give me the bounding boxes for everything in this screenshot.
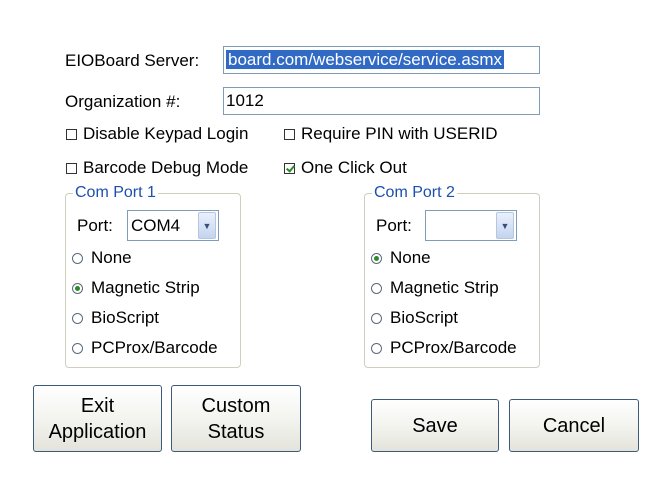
organization-input[interactable]: 1012 — [223, 87, 540, 115]
radio-label: Magnetic Strip — [390, 278, 499, 297]
cancel-button[interactable]: Cancel — [509, 399, 639, 452]
barcode-debug-label: Barcode Debug Mode — [83, 158, 249, 177]
barcode-debug-option[interactable]: Barcode Debug Mode — [66, 158, 248, 178]
radio-label: PCProx/Barcode — [91, 338, 218, 357]
radio-button[interactable] — [371, 342, 382, 354]
custom-status-button[interactable]: Custom Status — [171, 385, 301, 452]
disable-keypad-login-checkbox[interactable] — [66, 128, 77, 140]
radio-label: BioScript — [390, 308, 459, 327]
save-button[interactable]: Save — [371, 399, 499, 452]
com1-radio-option[interactable]: None — [72, 248, 132, 268]
com1-radio-option[interactable]: BioScript — [72, 308, 159, 328]
disable-keypad-login-label: Disable Keypad Login — [83, 124, 249, 143]
radio-button[interactable] — [371, 312, 382, 324]
radio-button[interactable] — [371, 282, 382, 294]
com-port-1-port-select[interactable]: COM4 ▼ — [127, 210, 219, 241]
com1-radio-option[interactable]: Magnetic Strip — [72, 278, 200, 298]
radio-label: Magnetic Strip — [91, 278, 200, 297]
cancel-label: Cancel — [542, 414, 606, 437]
com-port-1-group: Com Port 1 Port: COM4 ▼ None Magnetic Str… — [65, 184, 241, 368]
radio-button[interactable] — [72, 342, 83, 354]
com-port-1-port-label: Port: — [77, 216, 113, 235]
com-port-1-title: Com Port 1 — [73, 184, 158, 202]
com2-radio-option[interactable]: BioScript — [371, 308, 458, 328]
custom-status-line2: Status — [207, 420, 265, 443]
require-pin-option[interactable]: Require PIN with USERID — [284, 124, 498, 144]
require-pin-label: Require PIN with USERID — [301, 124, 498, 143]
com-port-1-port-value: COM4 — [131, 215, 181, 235]
custom-status-line1: Custom — [201, 394, 271, 417]
radio-button[interactable] — [72, 282, 83, 294]
exit-application-button[interactable]: Exit Application — [33, 385, 162, 452]
com-port-2-port-label: Port: — [376, 216, 412, 235]
com1-radio-option[interactable]: PCProx/Barcode — [72, 338, 218, 358]
disable-keypad-login-option[interactable]: Disable Keypad Login — [66, 124, 248, 144]
one-click-out-option[interactable]: One Click Out — [284, 158, 407, 178]
radio-button[interactable] — [72, 312, 83, 324]
chevron-down-icon[interactable]: ▼ — [496, 212, 514, 239]
one-click-out-label: One Click Out — [301, 158, 407, 177]
com-port-2-group: Com Port 2 Port: ▼ None Magnetic Strip Bio… — [364, 184, 540, 368]
save-label: Save — [412, 414, 458, 437]
radio-label: BioScript — [91, 308, 160, 327]
chevron-down-icon[interactable]: ▼ — [198, 212, 216, 239]
exit-application-line1: Exit — [80, 394, 115, 417]
com-port-2-title: Com Port 2 — [372, 184, 457, 202]
radio-button[interactable] — [371, 252, 382, 264]
server-input[interactable]: board.com/webservice/service.asmx — [223, 46, 540, 74]
one-click-out-checkbox[interactable] — [284, 162, 295, 174]
com2-radio-option[interactable]: None — [371, 248, 431, 268]
radio-label: PCProx/Barcode — [390, 338, 517, 357]
radio-button[interactable] — [72, 252, 83, 264]
organization-label: Organization #: — [65, 92, 181, 111]
server-value: board.com/webservice/service.asmx — [226, 50, 504, 69]
organization-value: 1012 — [226, 91, 264, 110]
barcode-debug-checkbox[interactable] — [66, 162, 77, 174]
com2-radio-option[interactable]: Magnetic Strip — [371, 278, 499, 298]
com2-radio-option[interactable]: PCProx/Barcode — [371, 338, 517, 358]
radio-label: None — [390, 248, 431, 267]
radio-label: None — [91, 248, 132, 267]
com-port-2-port-select[interactable]: ▼ — [425, 210, 517, 241]
server-label: EIOBoard Server: — [65, 51, 200, 70]
exit-application-line2: Application — [48, 420, 147, 443]
require-pin-checkbox[interactable] — [284, 128, 295, 140]
